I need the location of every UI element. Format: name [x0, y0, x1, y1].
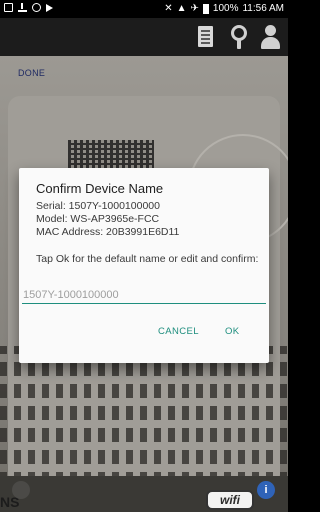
dialog-message: Tap Ok for the default name or edit and …: [36, 253, 259, 265]
cancel-button[interactable]: CANCEL: [158, 326, 199, 337]
clock: 11:56 AM: [242, 3, 284, 14]
battery-percent: 100%: [212, 3, 239, 14]
info-icon[interactable]: i: [257, 481, 275, 499]
image-icon: [4, 3, 13, 12]
confirm-device-name-dialog: Confirm Device Name Serial: 1507Y-100010…: [19, 168, 269, 363]
model-text: Model: WS-AP3965e-FCC: [36, 213, 160, 225]
sync-icon: [32, 3, 41, 12]
person-icon[interactable]: [258, 24, 282, 50]
device-vents: [0, 346, 288, 486]
battery-icon: [202, 3, 209, 14]
serial-text: Serial: 1507Y-1000100000: [36, 200, 160, 212]
mac-address-text: MAC Address: 20B3991E6D11: [36, 226, 180, 238]
document-icon[interactable]: [193, 24, 217, 50]
signal-icon: ▲: [176, 3, 187, 14]
done-link[interactable]: DONE: [18, 68, 45, 78]
download-icon: [18, 3, 27, 12]
ok-button[interactable]: OK: [225, 326, 240, 337]
wifi-logo: wifi: [206, 490, 254, 510]
dialog-title: Confirm Device Name: [36, 181, 164, 196]
notification-icons: [4, 3, 53, 12]
app-toolbar: [0, 18, 288, 56]
info-icon-left[interactable]: [12, 481, 30, 499]
play-icon: [46, 3, 53, 12]
airplane-icon: ✈: [190, 3, 199, 14]
qr-code: [68, 140, 154, 170]
status-bar: ✕ ▲ ✈ 100% 11:56 AM: [0, 0, 288, 18]
search-icon[interactable]: [227, 24, 251, 50]
device-name-input[interactable]: [22, 286, 266, 304]
mute-icon: ✕: [164, 3, 173, 14]
system-icons: ✕ ▲ ✈ 100% 11:56 AM: [164, 3, 284, 14]
